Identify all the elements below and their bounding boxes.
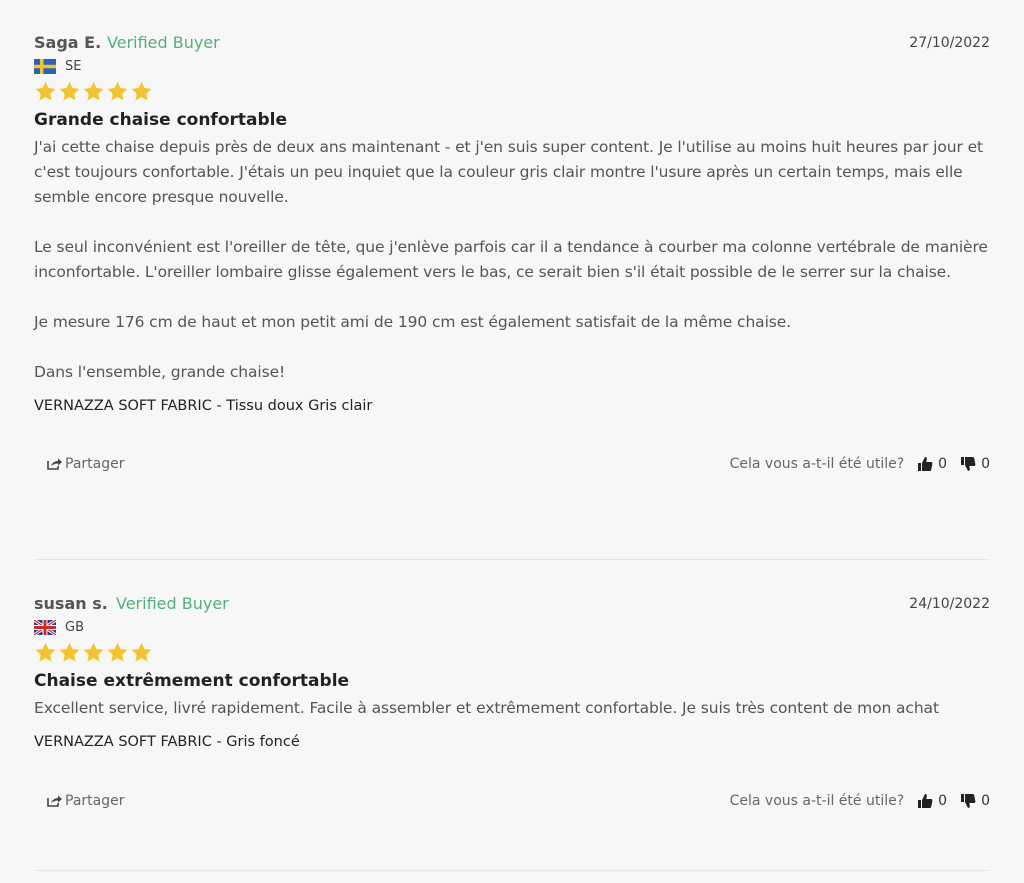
star-icon [131, 81, 152, 101]
review-paragraph: Le seul inconvénient est l'oreiller de t… [34, 238, 988, 281]
review-divider [34, 559, 990, 560]
upvote-count: 0 [938, 456, 948, 472]
uk-flag-icon [34, 620, 56, 635]
review-footer: Partager Cela vous a-t-il été utile? 0 0 [34, 456, 990, 486]
star-rating [34, 80, 990, 104]
review-header: susan s. Verified Buyer 24/10/2022 [34, 591, 990, 617]
thumbs-up-icon [918, 794, 933, 808]
star-rating [34, 641, 990, 665]
share-label: Partager [65, 793, 125, 809]
verified-buyer-badge: Verified Buyer [116, 594, 229, 613]
review-paragraph: Excellent service, livré rapidement. Fac… [34, 699, 939, 717]
thumbs-up-button[interactable]: 0 [918, 456, 947, 472]
review-paragraph: Dans l'ensemble, grande chaise! [34, 363, 286, 381]
star-icon [83, 81, 104, 101]
star-icon [35, 642, 56, 662]
review-paragraph: J'ai cette chaise depuis près de deux an… [34, 138, 983, 206]
helpful-vote-group: Cela vous a-t-il été utile? 0 0 [730, 456, 990, 472]
product-variant: VERNAZZA SOFT FABRIC - Tissu doux Gris c… [34, 398, 373, 414]
share-icon [47, 795, 62, 807]
review-header: Saga E. Verified Buyer 27/10/2022 [34, 30, 990, 56]
thumbs-down-button[interactable]: 0 [961, 793, 990, 809]
share-button[interactable]: Partager [46, 456, 124, 472]
star-icon [59, 642, 80, 662]
thumbs-down-button[interactable]: 0 [961, 456, 990, 472]
review-card: Saga E. Verified Buyer 27/10/2022 SE Gra… [34, 30, 990, 486]
star-icon [107, 81, 128, 101]
upvote-count: 0 [938, 793, 948, 809]
reviewer-name: Saga E. [34, 33, 102, 52]
sweden-flag-icon [34, 59, 56, 74]
review-body: J'ai cette chaise depuis près de deux an… [34, 135, 990, 385]
thumbs-down-icon [961, 794, 976, 808]
star-icon [107, 642, 128, 662]
review-card: susan s. Verified Buyer 24/10/2022 GB Ch… [34, 591, 990, 823]
thumbs-up-icon [918, 457, 933, 471]
review-date: 24/10/2022 [909, 596, 990, 612]
star-icon [35, 81, 56, 101]
share-label: Partager [65, 456, 125, 472]
reviewer-name: susan s. [34, 594, 108, 613]
helpful-vote-group: Cela vous a-t-il été utile? 0 0 [730, 793, 990, 809]
review-body: Excellent service, livré rapidement. Fac… [34, 696, 990, 721]
review-paragraph: Je mesure 176 cm de haut et mon petit am… [34, 313, 792, 331]
share-icon [47, 458, 62, 470]
thumbs-up-button[interactable]: 0 [918, 793, 947, 809]
downvote-count: 0 [981, 456, 990, 472]
country-code: GB [65, 620, 84, 635]
helpful-question: Cela vous a-t-il été utile? [729, 793, 905, 809]
country-code: SE [65, 59, 82, 74]
verified-buyer-badge: Verified Buyer [107, 33, 220, 52]
downvote-count: 0 [981, 793, 990, 809]
thumbs-down-icon [961, 457, 976, 471]
reviewer-country: GB [34, 618, 990, 640]
review-footer: Partager Cela vous a-t-il été utile? 0 0 [34, 793, 990, 823]
star-icon [131, 642, 152, 662]
star-icon [83, 642, 104, 662]
review-date: 27/10/2022 [909, 35, 990, 51]
review-divider [34, 870, 990, 871]
helpful-question: Cela vous a-t-il été utile? [729, 456, 905, 472]
review-title: Chaise extrêmement confortable [34, 671, 350, 691]
product-variant: VERNAZZA SOFT FABRIC - Gris foncé [34, 734, 300, 750]
reviewer-country: SE [34, 57, 990, 79]
review-title: Grande chaise confortable [34, 110, 288, 130]
share-button[interactable]: Partager [46, 793, 124, 809]
star-icon [59, 81, 80, 101]
